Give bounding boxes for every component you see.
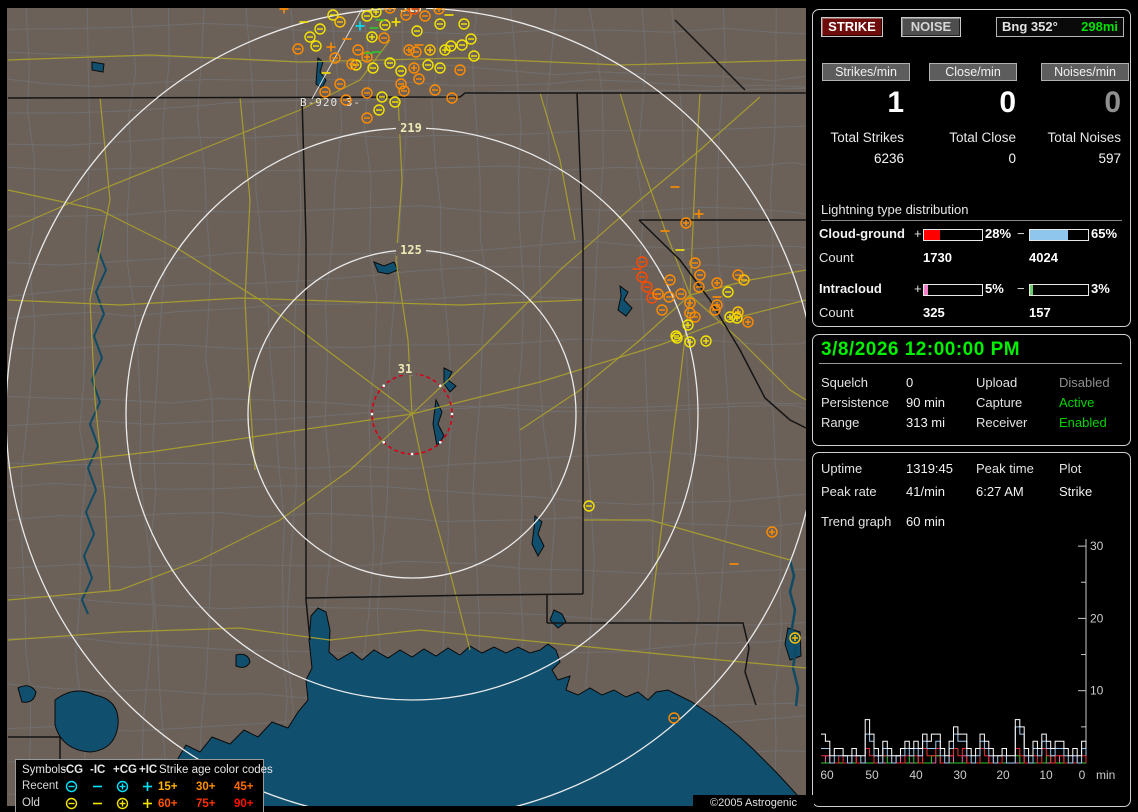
ring-distance-label: 31 xyxy=(398,362,412,376)
legend-age-code: 60+ xyxy=(158,798,178,810)
ic-positive-count: 325 xyxy=(923,305,945,320)
legend-recent-symbol xyxy=(65,780,78,793)
trend-graph: 10 20 30 60 50 40 30 20 10 0 min xyxy=(820,539,1115,782)
cg-positive-bar xyxy=(923,229,983,241)
ic-plus-sign: + xyxy=(914,281,922,296)
divider xyxy=(819,363,1122,364)
cg-negative-bar xyxy=(1029,229,1089,241)
total-close-label: Total Close xyxy=(949,130,1016,145)
bearing-distance: 298mi xyxy=(1081,19,1118,34)
upload-label: Upload xyxy=(976,375,1018,390)
trend-x-tick-label: 20 xyxy=(996,768,1010,782)
total-noises-value: 597 xyxy=(1098,151,1121,166)
total-strikes-label: Total Strikes xyxy=(830,130,904,145)
trend-x-tick-label: 10 xyxy=(1039,768,1053,782)
total-noises-label: Total Noises xyxy=(1047,130,1121,145)
storm-cell-label: B-920 3- xyxy=(300,96,361,109)
legend-row-label: Old xyxy=(22,797,40,809)
distribution-title: Lightning type distribution xyxy=(821,202,1122,221)
legend-age-code: 45+ xyxy=(234,781,254,793)
legend-old-symbol xyxy=(116,797,129,810)
trend-x-tick-label: 30 xyxy=(953,768,967,782)
lightning-map[interactable]: 313 219 125 31 B-920 3- Symbols Strike age c… xyxy=(7,8,814,812)
ring-distance-label: 125 xyxy=(400,243,422,257)
ic-minus-sign: − xyxy=(1017,281,1025,296)
ic-negative-count: 157 xyxy=(1029,305,1051,320)
ic-positive-bar xyxy=(923,284,983,296)
bearing-label: Bng 352° xyxy=(1002,19,1058,34)
close-per-min-chip[interactable]: Close/min xyxy=(929,63,1017,81)
capture-label: Capture xyxy=(976,395,1023,410)
range-value: 313 mi xyxy=(906,415,946,430)
legend-symbols-header: Symbols xyxy=(22,764,67,776)
legend-recent-symbol xyxy=(143,782,152,791)
legend-old-symbol xyxy=(143,799,152,808)
intracloud-label: Intracloud xyxy=(819,281,882,296)
persistence-label: Persistence xyxy=(821,395,889,410)
ic-negative-bar xyxy=(1029,284,1089,296)
strike-stats-panel: STRIKE NOISE Bng 352° 298mi Strikes/min … xyxy=(812,9,1131,327)
strike-toggle-button[interactable]: STRIKE xyxy=(821,17,883,37)
strikes-per-min-chip[interactable]: Strikes/min xyxy=(822,63,910,81)
trend-y-tick-label: 20 xyxy=(1090,611,1104,625)
upload-status: Disabled xyxy=(1059,375,1110,390)
map-canvas[interactable]: 31321912531B-920 3- xyxy=(7,8,806,806)
capture-status: Active xyxy=(1059,395,1095,410)
legend-row-label: Recent xyxy=(22,780,59,792)
noise-toggle-button[interactable]: NOISE xyxy=(901,17,961,37)
ic-count-label: Count xyxy=(819,305,854,320)
trend-x-tick-label: 50 xyxy=(865,768,879,782)
map-legend: Symbols Strike age color codes -CG -IC +CG… xyxy=(15,759,273,812)
ic-negative-pct: 3% xyxy=(1091,281,1110,296)
legend-type-header: -CG xyxy=(62,764,84,776)
close-per-min-value: 0 xyxy=(999,86,1016,119)
ring-distance-label: 219 xyxy=(400,121,422,135)
receiver-label: Receiver xyxy=(976,415,1028,430)
legend-old-symbol xyxy=(65,797,78,810)
total-close-value: 0 xyxy=(1008,151,1016,166)
cg-positive-count: 1730 xyxy=(923,250,952,265)
status-panel: 3/8/2026 12:00:00 PM Squelch 0 Upload Di… xyxy=(812,334,1131,446)
trend-panel: Uptime 1319:45 Peak time Plot Peak rate … xyxy=(812,452,1131,807)
strikes-per-min-value: 1 xyxy=(887,86,904,119)
cloud-ground-label: Cloud-ground xyxy=(819,226,905,241)
persistence-value: 90 min xyxy=(906,395,946,410)
legend-age-code: 90+ xyxy=(234,798,254,810)
trend-x-tick-label: 60 xyxy=(820,768,834,782)
range-label: Range xyxy=(821,415,860,430)
trend-y-tick-label: 30 xyxy=(1090,539,1104,553)
legend-age-code: 15+ xyxy=(158,781,178,793)
squelch-value: 0 xyxy=(906,375,914,390)
trend-y-tick-label: 10 xyxy=(1090,684,1104,698)
legend-age-code: 30+ xyxy=(196,781,216,793)
squelch-label: Squelch xyxy=(821,375,868,390)
trend-x-tick-label: 40 xyxy=(909,768,923,782)
ic-positive-pct: 5% xyxy=(985,281,1004,296)
trend-x-tick-label: 0 xyxy=(1079,768,1086,782)
legend-recent-symbol xyxy=(116,780,129,793)
app-window: 313 219 125 31 B-920 3- Symbols Strike age c… xyxy=(0,0,1138,812)
legend-type-header: -IC xyxy=(90,764,106,776)
legend-age-code: 75+ xyxy=(196,798,216,810)
cg-negative-count: 4024 xyxy=(1029,250,1058,265)
total-strikes-value: 6236 xyxy=(873,151,904,166)
cg-minus-sign: − xyxy=(1017,226,1025,241)
legend-type-header: +IC xyxy=(139,764,158,776)
legend-age-header: Strike age color codes xyxy=(159,764,273,776)
cg-negative-pct: 65% xyxy=(1091,226,1118,241)
cg-plus-sign: + xyxy=(914,226,922,241)
datetime-display: 3/8/2026 12:00:00 PM xyxy=(821,339,1021,360)
cg-positive-pct: 28% xyxy=(985,226,1012,241)
noises-per-min-chip[interactable]: Noises/min xyxy=(1041,63,1129,81)
legend-type-header: +CG xyxy=(113,764,137,776)
receiver-status: Enabled xyxy=(1059,415,1107,430)
noises-per-min-value: 0 xyxy=(1104,86,1121,119)
trend-x-unit: min xyxy=(1096,768,1115,782)
bearing-display: Bng 352° 298mi xyxy=(996,17,1124,37)
cg-count-label: Count xyxy=(819,250,854,265)
copyright-label: ©2005 Astrogenic Systems xyxy=(693,795,814,812)
